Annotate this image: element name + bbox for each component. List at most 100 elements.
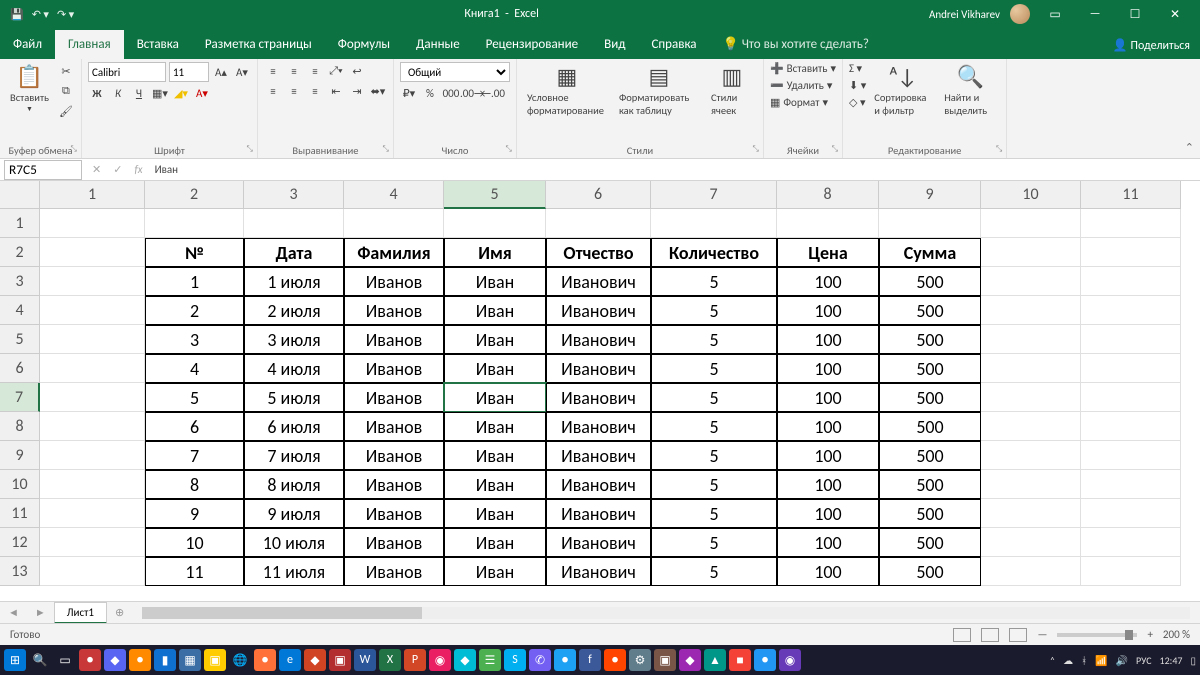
- cell[interactable]: 100: [777, 557, 879, 586]
- close-icon[interactable]: ✕: [1160, 7, 1190, 22]
- fx-icon[interactable]: fx: [128, 163, 148, 176]
- cell[interactable]: 2 июля: [244, 296, 344, 325]
- row-header[interactable]: 4: [0, 296, 40, 325]
- cell[interactable]: Иван: [444, 470, 546, 499]
- app-icon[interactable]: ◉: [429, 649, 451, 671]
- cell[interactable]: 8 июля: [244, 470, 344, 499]
- tray-clock[interactable]: 12:47: [1160, 654, 1183, 667]
- borders-icon[interactable]: ▦▾: [151, 84, 169, 102]
- cell-styles-button[interactable]: ▥Стили ячеек: [707, 62, 757, 120]
- cell[interactable]: [777, 209, 879, 238]
- cell[interactable]: [40, 557, 145, 586]
- cell[interactable]: Иванович: [546, 354, 651, 383]
- cell[interactable]: [981, 441, 1081, 470]
- fill-color-icon[interactable]: ◢▾: [172, 84, 190, 102]
- cell[interactable]: [981, 354, 1081, 383]
- fill-button[interactable]: ⬇ ▾: [849, 79, 866, 92]
- cell[interactable]: [981, 209, 1081, 238]
- font-color-icon[interactable]: A▾: [193, 84, 211, 102]
- column-header[interactable]: 4: [344, 181, 444, 209]
- cell[interactable]: 1 июля: [244, 267, 344, 296]
- tell-me[interactable]: 💡 Что вы хотите сделать?: [710, 30, 882, 59]
- italic-button[interactable]: К: [109, 84, 127, 102]
- cell[interactable]: [344, 209, 444, 238]
- tray-cloud-icon[interactable]: ☁: [1063, 654, 1073, 667]
- cell[interactable]: 3 июля: [244, 325, 344, 354]
- cell[interactable]: [40, 267, 145, 296]
- row-header[interactable]: 2: [0, 238, 40, 267]
- merge-icon[interactable]: ⬌▾: [369, 82, 387, 100]
- cell[interactable]: [981, 383, 1081, 412]
- delete-cells-button[interactable]: ➖ Удалить ▾: [770, 79, 832, 92]
- row-header[interactable]: 13: [0, 557, 40, 586]
- wrap-text-icon[interactable]: ↩: [348, 62, 366, 80]
- format-cells-button[interactable]: ▦ Формат ▾: [770, 96, 828, 109]
- autosum-button[interactable]: Σ ▾: [849, 62, 866, 75]
- cell[interactable]: [981, 267, 1081, 296]
- cell[interactable]: Иванович: [546, 296, 651, 325]
- cell[interactable]: 2: [145, 296, 244, 325]
- cell[interactable]: 500: [879, 441, 981, 470]
- spreadsheet-grid[interactable]: 1234567891011 12№ДатаФамилияИмяОтчествоК…: [0, 181, 1200, 601]
- user-name[interactable]: Andrei Vikharev: [929, 8, 1000, 21]
- cell[interactable]: Иван: [444, 383, 546, 412]
- cell[interactable]: Имя: [444, 238, 546, 267]
- cell[interactable]: 5: [651, 325, 777, 354]
- tab-home[interactable]: Главная: [55, 30, 124, 59]
- cell[interactable]: Иванович: [546, 325, 651, 354]
- inc-decimal-icon[interactable]: .00→: [463, 84, 481, 102]
- app-icon[interactable]: ▲: [704, 649, 726, 671]
- cell[interactable]: [40, 354, 145, 383]
- cell[interactable]: 4 июля: [244, 354, 344, 383]
- percent-icon[interactable]: %: [421, 84, 439, 102]
- tab-formulas[interactable]: Формулы: [325, 30, 403, 59]
- cell[interactable]: [40, 325, 145, 354]
- cell[interactable]: 7: [145, 441, 244, 470]
- cell[interactable]: Количество: [651, 238, 777, 267]
- zoom-slider[interactable]: [1057, 633, 1137, 637]
- app-icon[interactable]: ☰: [479, 649, 501, 671]
- shrink-font-icon[interactable]: A▾: [233, 63, 251, 81]
- orientation-icon[interactable]: ⤢▾: [327, 62, 345, 80]
- cell[interactable]: 500: [879, 383, 981, 412]
- cell[interactable]: 500: [879, 354, 981, 383]
- cell[interactable]: [1081, 325, 1181, 354]
- cell[interactable]: 5: [651, 528, 777, 557]
- cell[interactable]: 500: [879, 325, 981, 354]
- align-left-icon[interactable]: ≡: [264, 82, 282, 100]
- cell[interactable]: 5: [651, 383, 777, 412]
- cell[interactable]: Иван: [444, 528, 546, 557]
- cell[interactable]: [981, 499, 1081, 528]
- tray-volume-icon[interactable]: 🔊: [1116, 654, 1128, 667]
- cell[interactable]: Иван: [444, 441, 546, 470]
- cell[interactable]: [40, 238, 145, 267]
- cell[interactable]: 100: [777, 470, 879, 499]
- cell[interactable]: 500: [879, 499, 981, 528]
- cell[interactable]: 5 июля: [244, 383, 344, 412]
- font-size-input[interactable]: [169, 62, 209, 82]
- cell[interactable]: Отчество: [546, 238, 651, 267]
- cell[interactable]: Иванов: [344, 557, 444, 586]
- find-select-button[interactable]: 🔍Найти и выделить: [940, 62, 1000, 120]
- cell[interactable]: 5: [651, 412, 777, 441]
- cell[interactable]: [40, 528, 145, 557]
- cell[interactable]: [546, 209, 651, 238]
- cell[interactable]: Иван: [444, 325, 546, 354]
- tray-network-icon[interactable]: 📶: [1095, 654, 1107, 667]
- underline-button[interactable]: Ч: [130, 84, 148, 102]
- cell[interactable]: [981, 557, 1081, 586]
- cell[interactable]: [444, 209, 546, 238]
- app-icon[interactable]: ●: [554, 649, 576, 671]
- cell[interactable]: Иванович: [546, 412, 651, 441]
- currency-icon[interactable]: ₽▾: [400, 84, 418, 102]
- number-format-select[interactable]: Общий: [400, 62, 510, 82]
- sheet-tab[interactable]: Лист1: [54, 602, 107, 624]
- cell[interactable]: 5: [651, 499, 777, 528]
- cell[interactable]: 4: [145, 354, 244, 383]
- cell[interactable]: [1081, 267, 1181, 296]
- task-view-icon[interactable]: ▭: [54, 649, 76, 671]
- cell[interactable]: [879, 209, 981, 238]
- cell[interactable]: 10: [145, 528, 244, 557]
- avatar[interactable]: [1010, 4, 1030, 24]
- cell[interactable]: Дата: [244, 238, 344, 267]
